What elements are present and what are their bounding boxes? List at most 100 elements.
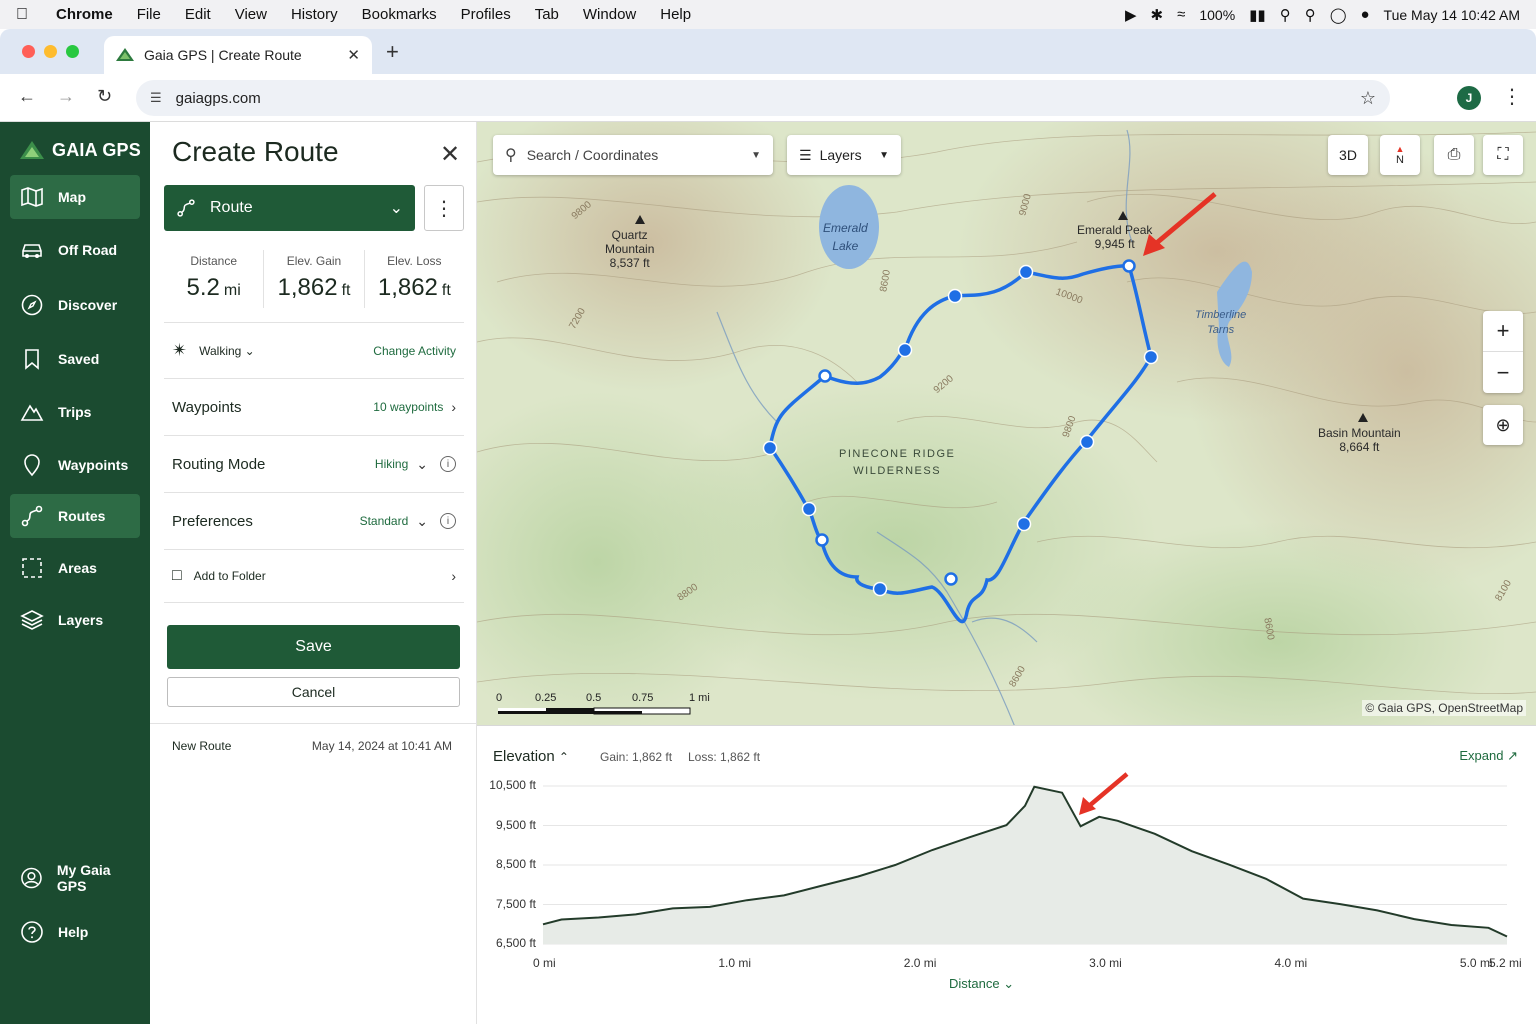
- activity-dropdown[interactable]: Walking ⌄: [199, 344, 373, 358]
- sidebar-item-waypoints[interactable]: Waypoints: [10, 443, 140, 487]
- bluetooth-icon[interactable]: ✱: [1151, 6, 1164, 24]
- sidebar-item-map[interactable]: Map: [10, 175, 140, 219]
- waypoint-marker[interactable]: [872, 581, 888, 597]
- sidebar-item-my-gaia[interactable]: My Gaia GPS: [10, 856, 140, 900]
- url-text[interactable]: gaiagps.com: [176, 90, 1360, 107]
- route-date: May 14, 2024 at 10:41 AM: [311, 739, 452, 753]
- waypoints-row[interactable]: Waypoints 10 waypoints ›: [164, 378, 464, 435]
- brand[interactable]: GAIA GPS: [20, 140, 141, 161]
- stat-unit: mi: [223, 282, 241, 299]
- change-activity-link[interactable]: Change Activity: [373, 344, 456, 358]
- layers-button[interactable]: ☰ Layers ▼: [787, 135, 901, 175]
- zoom-in-button[interactable]: +: [1483, 311, 1523, 352]
- apple-icon[interactable]: : [0, 6, 44, 24]
- app-root: GAIA GPS Map Off Road Discover Saved Tri…: [0, 122, 1536, 1024]
- sidebar-item-off-road[interactable]: Off Road: [10, 228, 140, 272]
- waypoint-marker[interactable]: [762, 440, 778, 456]
- map-search-box[interactable]: ⚲ Search / Coordinates ▼: [493, 135, 773, 175]
- menu-help[interactable]: Help: [648, 6, 703, 23]
- zoom-out-button[interactable]: −: [1483, 352, 1523, 393]
- tab-close-icon[interactable]: ✕: [347, 46, 360, 64]
- waypoint-marker[interactable]: [801, 501, 817, 517]
- add-to-folder-row[interactable]: □ Add to Folder ›: [164, 549, 464, 603]
- menu-edit[interactable]: Edit: [173, 6, 223, 23]
- spotlight-icon[interactable]: ⚲: [1280, 6, 1291, 24]
- maximize-window-button[interactable]: [66, 45, 79, 58]
- fullscreen-button[interactable]: ⛶: [1483, 135, 1523, 175]
- search-icon[interactable]: ⚲: [1305, 6, 1316, 24]
- menu-bookmarks[interactable]: Bookmarks: [350, 6, 449, 23]
- wifi-icon[interactable]: ≈: [1177, 6, 1185, 23]
- battery-icon[interactable]: ▮▮: [1249, 6, 1266, 24]
- x-axis-selector[interactable]: Distance ⌄: [949, 976, 1014, 992]
- waypoint-marker[interactable]: [947, 288, 963, 304]
- preferences-row[interactable]: Preferences Standard ⌄ i: [164, 492, 464, 549]
- omnibox[interactable]: ☰ gaiagps.com ☆: [136, 80, 1390, 116]
- stat-elev-gain: Elev. Gain 1,862 ft: [264, 250, 365, 308]
- waypoint-marker[interactable]: [815, 533, 829, 547]
- info-icon[interactable]: i: [440, 513, 456, 529]
- menu-window[interactable]: Window: [571, 6, 648, 23]
- stat-distance: Distance 5.2 mi: [164, 250, 265, 308]
- sidebar-item-label: My Gaia GPS: [56, 862, 111, 894]
- address-bar-row: ← → ↻ ☰ gaiagps.com ☆ J ⋮: [0, 74, 1536, 122]
- sidebar-item-trips[interactable]: Trips: [10, 390, 140, 434]
- waypoint-marker[interactable]: [1122, 259, 1136, 273]
- new-tab-button[interactable]: +: [386, 39, 399, 65]
- cancel-button[interactable]: Cancel: [167, 677, 460, 707]
- reload-button[interactable]: ↻: [97, 86, 112, 107]
- waypoint-marker[interactable]: [944, 572, 958, 586]
- stat-number: 1,862: [377, 274, 438, 301]
- zoom-controls: + −: [1483, 311, 1523, 393]
- menu-history[interactable]: History: [279, 6, 350, 23]
- map-attribution[interactable]: © Gaia GPS, OpenStreetMap: [1362, 700, 1526, 716]
- close-window-button[interactable]: [22, 45, 35, 58]
- locate-me-button[interactable]: ⊕: [1483, 405, 1523, 445]
- menu-profiles[interactable]: Profiles: [449, 6, 523, 23]
- info-icon[interactable]: i: [440, 456, 456, 472]
- chevron-down-icon: ⌄: [389, 200, 403, 217]
- print-button[interactable]: ⎙: [1434, 135, 1474, 175]
- save-button[interactable]: Save: [167, 625, 460, 669]
- waypoint-marker[interactable]: [897, 342, 913, 358]
- browser-tab[interactable]: Gaia GPS | Create Route ✕: [104, 36, 372, 74]
- siri-icon[interactable]: ●: [1360, 6, 1369, 23]
- sidebar-item-routes[interactable]: Routes: [10, 494, 140, 538]
- more-options-button[interactable]: ⋮: [424, 185, 464, 231]
- profile-avatar[interactable]: J: [1457, 86, 1481, 110]
- control-center-icon[interactable]: ◯: [1330, 6, 1347, 24]
- site-settings-icon[interactable]: ☰: [150, 90, 162, 106]
- waypoint-marker[interactable]: [1079, 434, 1095, 450]
- create-route-panel: Create Route ✕ Route ⌄ ⋮ Distance 5.2 mi …: [150, 122, 477, 1024]
- forward-button[interactable]: →: [57, 86, 75, 107]
- sidebar-item-discover[interactable]: Discover: [10, 283, 140, 327]
- back-button[interactable]: ←: [18, 86, 36, 107]
- sidebar-item-layers[interactable]: Layers: [10, 598, 140, 642]
- routing-mode-row[interactable]: Routing Mode Hiking ⌄ i: [164, 435, 464, 492]
- gaia-logo-icon: [20, 140, 44, 159]
- car-icon: [22, 244, 42, 258]
- waypoint-marker[interactable]: [818, 369, 832, 383]
- chrome-menu-icon[interactable]: ⋮: [1502, 84, 1522, 109]
- layers-icon: [20, 610, 44, 630]
- bookmark-star-icon[interactable]: ☆: [1360, 88, 1376, 109]
- topo-map[interactable]: [477, 122, 1536, 725]
- menu-tab[interactable]: Tab: [523, 6, 571, 23]
- waypoint-marker[interactable]: [1143, 349, 1159, 365]
- north-compass-button[interactable]: ▲ N: [1380, 135, 1420, 175]
- route-type-dropdown[interactable]: Route ⌄: [164, 185, 415, 231]
- close-icon[interactable]: ✕: [440, 140, 460, 169]
- sidebar-item-help[interactable]: Help: [10, 910, 140, 954]
- map-view[interactable]: Quartz Mountain 8,537 ft Emerald Peak 9,94…: [477, 122, 1536, 725]
- sidebar-item-saved[interactable]: Saved: [10, 337, 140, 381]
- waypoint-marker[interactable]: [1016, 516, 1032, 532]
- play-icon[interactable]: ▶: [1125, 6, 1137, 24]
- scale-bar-tick: [498, 708, 546, 711]
- waypoint-marker[interactable]: [1018, 264, 1034, 280]
- menu-view[interactable]: View: [223, 6, 279, 23]
- menu-file[interactable]: File: [125, 6, 173, 23]
- menu-app[interactable]: Chrome: [44, 6, 125, 23]
- 3d-toggle-button[interactable]: 3D: [1328, 135, 1368, 175]
- minimize-window-button[interactable]: [44, 45, 57, 58]
- sidebar-item-areas[interactable]: Areas: [10, 546, 140, 590]
